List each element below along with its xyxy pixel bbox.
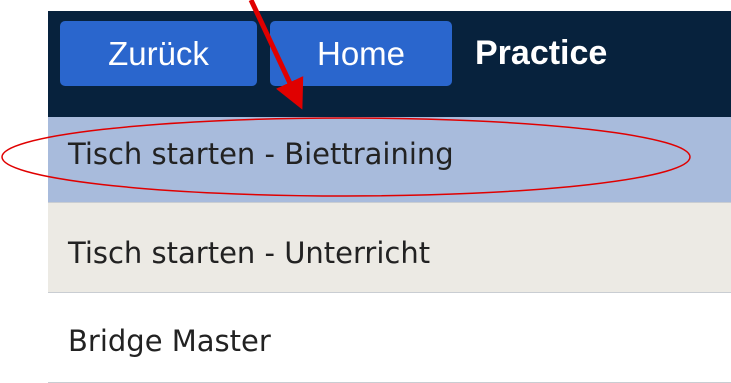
- page-title: Practice: [475, 34, 608, 72]
- practice-menu-list: Tisch starten - Biettraining Tisch start…: [48, 117, 731, 383]
- menu-item-lesson[interactable]: Tisch starten - Unterricht: [48, 203, 731, 293]
- menu-item-bridge-master[interactable]: Bridge Master: [48, 293, 731, 383]
- practice-screen: Zurück Home Practice Tisch starten - Bie…: [0, 0, 731, 383]
- menu-item-bidding-training[interactable]: Tisch starten - Biettraining: [48, 117, 731, 203]
- top-nav-bar: Zurück Home Practice: [48, 11, 731, 117]
- back-button[interactable]: Zurück: [60, 21, 257, 86]
- home-button[interactable]: Home: [270, 21, 452, 86]
